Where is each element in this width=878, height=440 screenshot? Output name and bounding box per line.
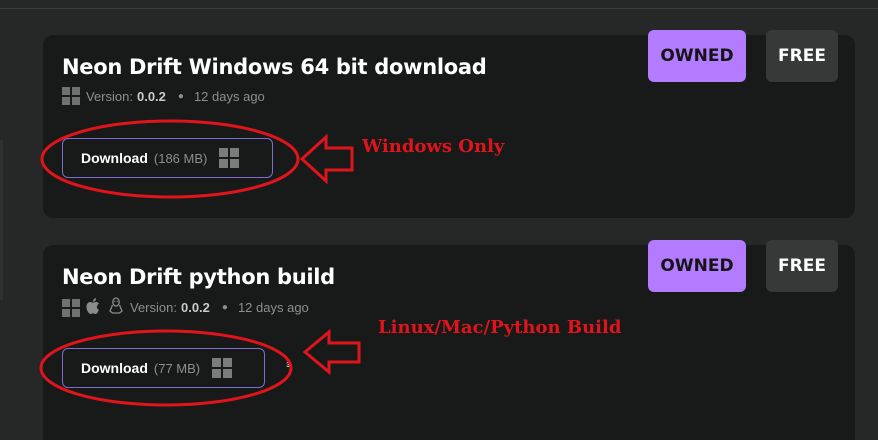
windows-icon [62, 87, 80, 105]
annotation-windows: Windows Only [362, 136, 505, 157]
file-size: (77 MB) [153, 360, 201, 376]
linux-icon [108, 297, 124, 318]
separator-dot: ● [177, 90, 184, 102]
windows-icon [219, 148, 240, 168]
download-label: Download [81, 150, 148, 166]
download-button[interactable]: Download (186 MB) [62, 138, 273, 178]
download-label: Download [81, 360, 148, 376]
build-card-windows: Neon Drift Windows 64 bit download Versi… [43, 30, 855, 218]
build-card-python: Neon Drift python build Version: 0.0.2 ●… [43, 240, 855, 440]
updated-time: 12 days ago [237, 300, 309, 315]
version-value: 0.0.2 [136, 88, 166, 104]
build-title: Neon Drift python build [62, 265, 335, 289]
free-button[interactable]: FREE [766, 30, 838, 82]
left-panel-edge [0, 140, 3, 300]
owned-button[interactable]: OWNED [648, 240, 746, 292]
version-label: Version: [86, 88, 133, 104]
annotation-linux-mac: Linux/Mac/Python Build [378, 317, 622, 338]
top-divider [0, 8, 878, 9]
version-value: 0.0.2 [180, 300, 210, 315]
separator-dot: ● [221, 302, 228, 313]
free-button[interactable]: FREE [766, 240, 838, 292]
windows-icon [212, 358, 233, 378]
overflow-glyph: ᵌ [286, 358, 291, 373]
windows-icon [62, 298, 80, 317]
apple-icon [86, 297, 102, 318]
file-size: (186 MB) [153, 150, 208, 166]
build-meta: Version: 0.0.2 ● 12 days ago [62, 87, 265, 105]
build-meta: Version: 0.0.2 ● 12 days ago [62, 297, 309, 318]
updated-time: 12 days ago [193, 88, 265, 104]
build-title: Neon Drift Windows 64 bit download [62, 55, 487, 79]
version-label: Version: [130, 300, 177, 315]
download-button[interactable]: Download (77 MB) [62, 348, 265, 388]
owned-button[interactable]: OWNED [648, 30, 746, 82]
